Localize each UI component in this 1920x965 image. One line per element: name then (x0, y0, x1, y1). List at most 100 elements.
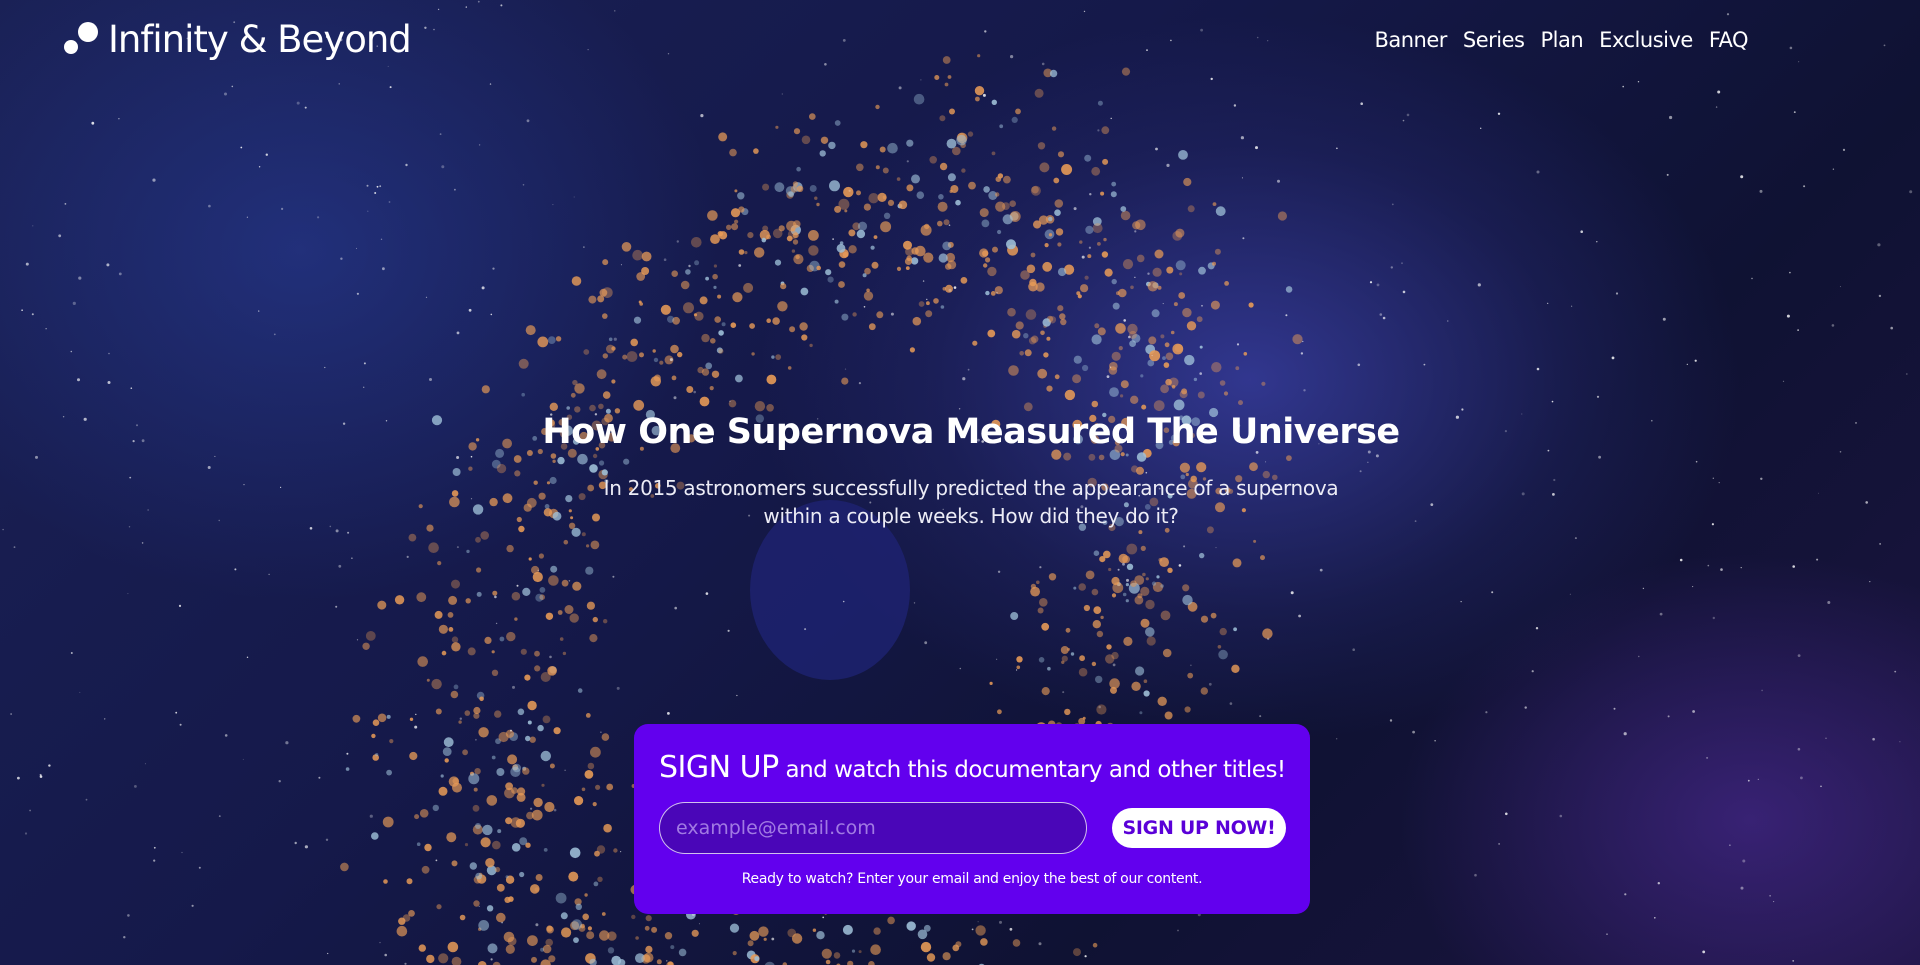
particle-dot (1038, 215, 1049, 225)
particle-dot (1199, 552, 1205, 559)
particle-dot (371, 832, 379, 840)
star-dot (1110, 366, 1112, 368)
star-dot (1390, 266, 1394, 269)
particle-dot (1100, 191, 1105, 196)
particle-dot (677, 351, 683, 358)
particle-dot (476, 591, 482, 597)
star-dot (335, 605, 338, 608)
nav-item-exclusive[interactable]: Exclusive (1599, 28, 1693, 52)
particle-dot (913, 93, 925, 105)
particle-dot (735, 374, 743, 383)
particle-dot (808, 230, 819, 241)
star-dot (1447, 320, 1449, 322)
particle-dot (1179, 272, 1183, 276)
particle-dot (372, 719, 380, 726)
star-dot (1336, 147, 1338, 150)
particle-dot (1047, 666, 1051, 671)
particle-dot (905, 247, 914, 256)
star-dot (224, 92, 227, 96)
particle-dot (766, 234, 771, 240)
particle-dot (1162, 356, 1166, 360)
particle-dot (1108, 567, 1112, 572)
nav-item-series[interactable]: Series (1463, 28, 1525, 52)
star-dot (296, 101, 300, 105)
particle-dot (887, 916, 895, 925)
particle-dot (699, 396, 710, 407)
particle-dot (775, 125, 779, 129)
star-dot (1816, 558, 1819, 561)
star-dot (39, 773, 42, 776)
particle-dot (820, 136, 829, 144)
particle-dot (968, 181, 976, 190)
star-dot (77, 378, 80, 382)
email-input[interactable] (659, 802, 1087, 854)
particle-dot (651, 926, 658, 933)
particle-dot (527, 720, 532, 725)
particle-dot (747, 940, 754, 947)
particle-dot (1120, 394, 1124, 398)
star-dot (1769, 895, 1771, 897)
star-dot (1497, 112, 1501, 116)
particle-dot (1015, 108, 1021, 115)
particle-dot (870, 944, 881, 955)
particle-dot (766, 318, 771, 324)
particle-dot (1042, 261, 1053, 272)
particle-dot (549, 476, 557, 485)
particle-dot (468, 466, 473, 471)
particle-dot (587, 484, 595, 492)
particle-dot (352, 714, 361, 723)
particle-dot (995, 192, 1000, 197)
star-dot (1798, 61, 1800, 63)
particle-dot (550, 453, 557, 459)
star-dot (324, 366, 326, 369)
particle-dot (599, 460, 605, 466)
particle-dot (416, 592, 427, 603)
particle-dot (868, 193, 879, 204)
particle-dot (574, 796, 584, 806)
star-dot (1623, 732, 1627, 736)
particle-dot (448, 627, 454, 632)
particle-dot (990, 291, 996, 296)
particle-dot (1041, 622, 1050, 631)
particle-dot (511, 787, 518, 794)
particle-dot (1091, 400, 1099, 408)
particle-dot (863, 291, 874, 301)
star-dot (2, 528, 4, 531)
particle-dot (1102, 158, 1109, 165)
star-dot (1083, 10, 1086, 13)
particle-dot (1232, 558, 1242, 568)
particle-dot (585, 713, 591, 718)
star-dot (1662, 317, 1666, 321)
particle-dot (787, 366, 792, 370)
particle-dot (592, 513, 600, 522)
particle-dot (1088, 453, 1096, 461)
particle-dot (386, 714, 391, 719)
particle-dot (475, 823, 481, 829)
particle-dot (534, 665, 541, 672)
particle-dot (852, 312, 857, 317)
logo-dots-icon (62, 20, 100, 60)
star-dot (1200, 28, 1203, 32)
particle-dot (506, 544, 514, 553)
particle-dot (1120, 210, 1131, 221)
particle-dot (683, 302, 694, 314)
particle-dot (502, 493, 513, 504)
particle-dot (1149, 350, 1161, 362)
particle-dot (529, 736, 536, 743)
particle-dot (1200, 687, 1209, 695)
star-dot (338, 564, 342, 568)
particle-dot (491, 650, 495, 654)
sign-up-now-button[interactable]: SIGN UP NOW! (1112, 808, 1286, 848)
particle-dot (1183, 177, 1192, 187)
nav-item-faq[interactable]: FAQ (1709, 28, 1749, 52)
star-dot (1155, 147, 1158, 151)
nav-item-banner[interactable]: Banner (1374, 28, 1447, 52)
star-dot (1256, 36, 1259, 39)
particle-dot (418, 504, 423, 509)
brand-logo[interactable]: Infinity & Beyond (62, 18, 412, 61)
star-dot (1208, 682, 1212, 686)
star-dot (224, 734, 228, 737)
nav-item-plan[interactable]: Plan (1540, 28, 1583, 52)
star-dot (433, 28, 435, 31)
particle-dot (844, 209, 848, 213)
